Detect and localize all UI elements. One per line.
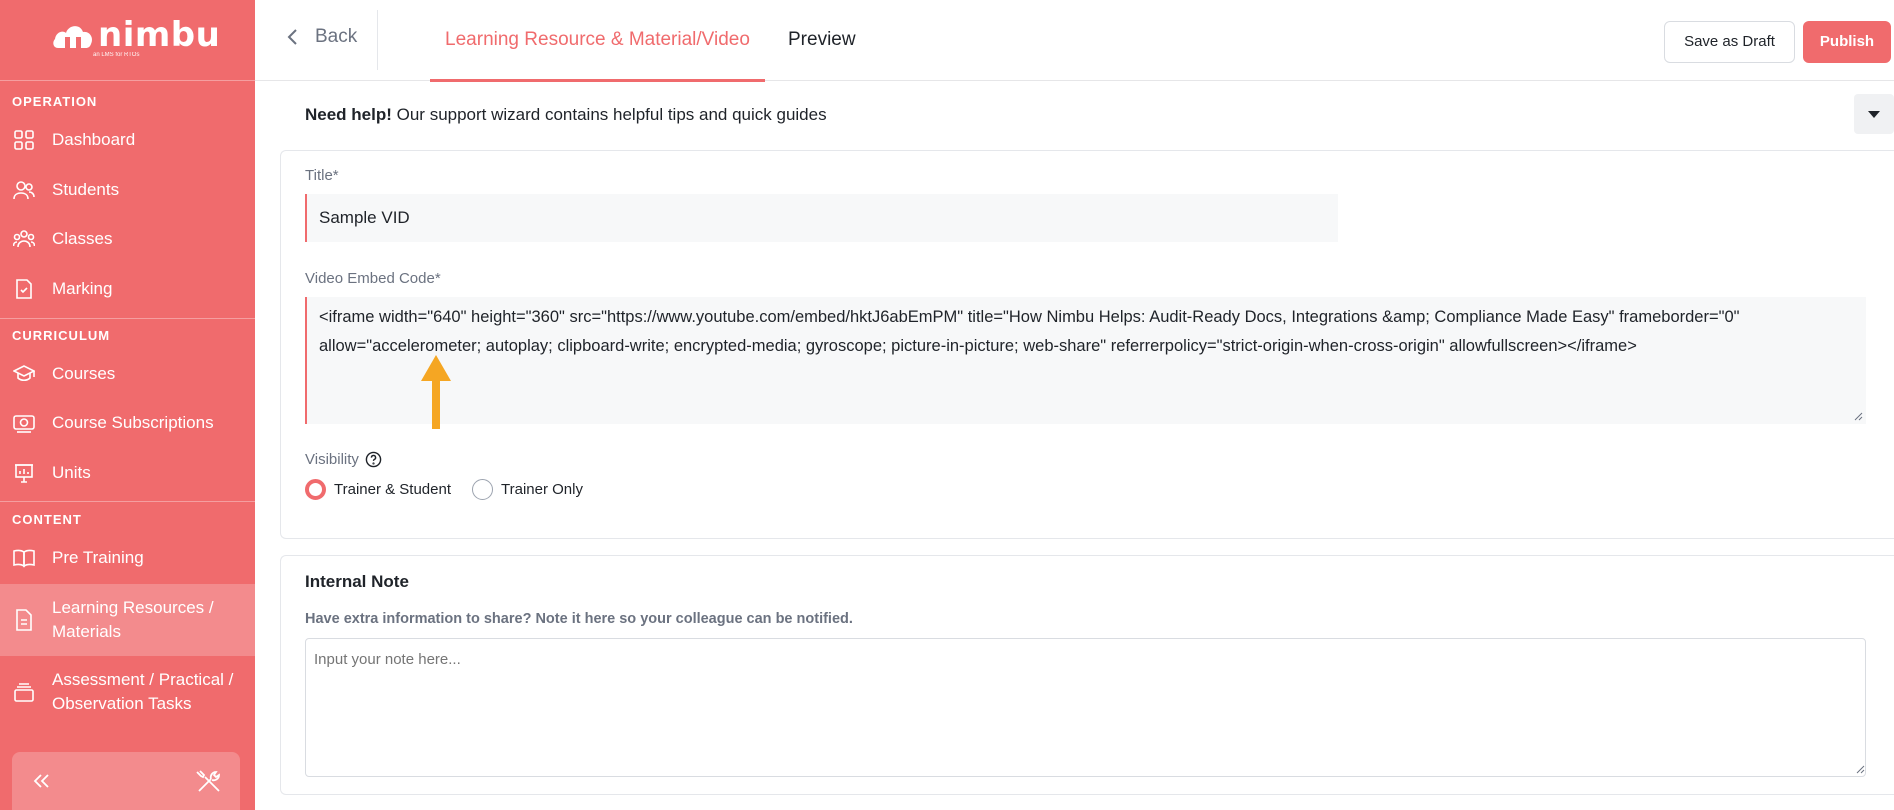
radio-button[interactable] <box>305 479 326 500</box>
back-button[interactable]: Back <box>283 26 357 48</box>
section-operation: OPERATION <box>12 94 98 109</box>
caret-down-icon <box>1868 111 1880 118</box>
sidebar-item-label: Assessment / Practical / Observation Tas… <box>52 670 234 713</box>
group-icon <box>13 230 35 248</box>
document-icon <box>16 609 32 631</box>
help-strong: Need help! <box>305 105 392 124</box>
radio-label: Trainer & Student <box>334 481 452 498</box>
presentation-icon <box>15 464 33 483</box>
sidebar-item-assessment[interactable]: Assessment / Practical / Observation Tas… <box>0 668 255 716</box>
sidebar-item-marking[interactable]: Marking <box>0 277 255 301</box>
save-draft-button[interactable]: Save as Draft <box>1664 21 1795 63</box>
sidebar-item-classes[interactable]: Classes <box>0 227 255 251</box>
tab-label: Preview <box>788 29 856 50</box>
sidebar-item-label: Pre Training <box>52 548 144 567</box>
brand-name: nimbu <box>98 15 221 55</box>
title-label: Title* <box>305 167 339 184</box>
sidebar-item-pre-training[interactable]: Pre Training <box>0 546 255 570</box>
divider <box>0 318 255 319</box>
radio-label: Trainer Only <box>501 481 583 498</box>
note-textarea[interactable] <box>305 638 1866 777</box>
users-icon <box>13 181 35 200</box>
help-description: Our support wizard contains helpful tips… <box>391 105 827 124</box>
divider <box>0 501 255 502</box>
help-banner: Need help! Our support wizard contains h… <box>280 93 1894 137</box>
tab-label: Learning Resource & Material/Video <box>445 29 750 50</box>
embed-code-label: Video Embed Code* <box>305 270 441 287</box>
visibility-label-text: Visibility <box>305 451 359 468</box>
arrow-up-icon <box>421 355 451 429</box>
resize-grip-icon[interactable] <box>1855 764 1865 774</box>
chevron-left-icon <box>287 29 297 45</box>
divider <box>0 80 255 81</box>
resize-grip-icon[interactable] <box>1853 411 1863 421</box>
back-label: Back <box>315 26 358 47</box>
sidebar-item-label: Marking <box>52 279 113 298</box>
sidebar-item-label: Dashboard <box>52 130 136 149</box>
top-bar: Back Learning Resource & Material/Video … <box>255 0 1894 82</box>
sidebar-item-units[interactable]: Units <box>0 461 255 485</box>
title-input[interactable] <box>305 194 1338 242</box>
active-tab-indicator <box>430 79 765 82</box>
sidebar-item-course-subscriptions[interactable]: Course Subscriptions <box>0 411 255 435</box>
help-toggle-button[interactable] <box>1854 94 1894 134</box>
help-circle-icon[interactable] <box>365 451 382 468</box>
publish-button[interactable]: Publish <box>1803 21 1891 63</box>
tab-learning-resource[interactable]: Learning Resource & Material/Video <box>430 0 765 82</box>
embed-code-textarea[interactable]: <iframe width="640" height="360" src="ht… <box>305 297 1866 424</box>
help-text: Need help! Our support wizard contains h… <box>305 105 827 125</box>
sidebar: nimbu an LMS for RTOs OPERATION Dashboar… <box>0 0 255 810</box>
embed-code-value: <iframe width="640" height="360" src="ht… <box>319 308 1740 355</box>
visibility-label: Visibility <box>305 451 382 468</box>
graduation-cap-icon <box>13 365 35 382</box>
checklist-icon <box>16 279 32 299</box>
sidebar-item-learning-resources[interactable]: Learning Resources / Materials <box>0 584 255 656</box>
nimbu-logo[interactable]: nimbu <box>52 18 220 52</box>
section-curriculum: CURRICULUM <box>12 328 111 343</box>
internal-note-card: Internal Note Have extra information to … <box>280 555 1894 795</box>
sidebar-item-courses[interactable]: Courses <box>0 362 255 386</box>
double-chevron-left-icon[interactable] <box>30 770 52 792</box>
sidebar-item-dashboard[interactable]: Dashboard <box>0 128 255 152</box>
tools-icon[interactable] <box>196 768 222 794</box>
resource-form-card: Title* Video Embed Code* <iframe width="… <box>280 150 1894 539</box>
sidebar-footer <box>12 752 240 810</box>
radio-button[interactable] <box>472 479 493 500</box>
note-subtitle: Have extra information to share? Note it… <box>305 611 853 627</box>
sidebar-item-label: Courses <box>52 364 116 383</box>
radio-trainer-only[interactable]: Trainer Only <box>472 479 583 500</box>
sidebar-item-students[interactable]: Students <box>0 178 255 202</box>
stack-icon <box>14 683 34 702</box>
subscription-icon <box>13 415 35 433</box>
tab-preview[interactable]: Preview <box>788 0 856 81</box>
divider <box>377 10 378 70</box>
cloud-logo-icon <box>53 26 93 48</box>
sidebar-item-label: Students <box>52 180 120 199</box>
note-title: Internal Note <box>305 572 409 591</box>
grid-icon <box>14 130 34 150</box>
sidebar-item-label: Classes <box>52 229 113 248</box>
book-icon <box>13 549 35 568</box>
section-content: CONTENT <box>12 512 82 527</box>
sidebar-item-label: Course Subscriptions <box>52 413 214 432</box>
sidebar-item-label: Learning Resources / Materials <box>52 598 214 641</box>
radio-trainer-student[interactable]: Trainer & Student <box>305 479 451 500</box>
sidebar-item-label: Units <box>52 463 91 482</box>
brand-tagline: an LMS for RTOs <box>93 52 140 58</box>
